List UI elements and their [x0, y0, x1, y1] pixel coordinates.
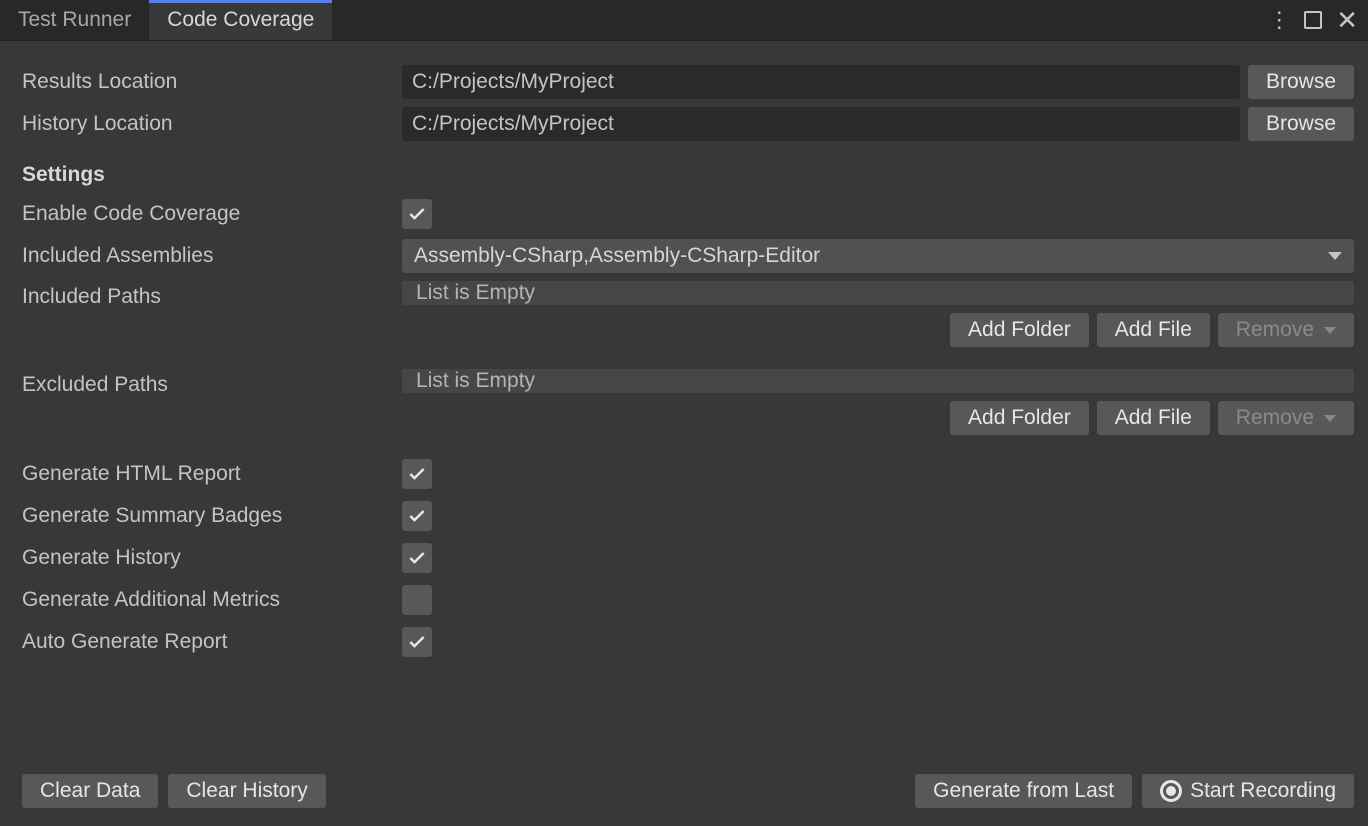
included-add-file-button[interactable]: Add File	[1097, 313, 1210, 347]
dropdown-value: Assembly-CSharp,Assembly-CSharp-Editor	[414, 244, 820, 268]
tab-bar: Test Runner Code Coverage ⋮ ✕	[0, 0, 1368, 41]
auto-generate-checkbox[interactable]	[402, 627, 432, 657]
generate-html-checkbox[interactable]	[402, 459, 432, 489]
start-recording-button[interactable]: Start Recording	[1142, 774, 1354, 808]
included-paths-buttons: Add Folder Add File Remove	[402, 313, 1354, 347]
included-paths-row: Included Paths List is Empty Add Folder …	[22, 281, 1354, 347]
history-location-input[interactable]	[402, 107, 1240, 141]
generate-badges-row: Generate Summary Badges	[22, 499, 1354, 533]
remove-label: Remove	[1236, 406, 1314, 430]
included-assemblies-row: Included Assemblies Assembly-CSharp,Asse…	[22, 239, 1354, 273]
excluded-paths-row: Excluded Paths List is Empty Add Folder …	[22, 369, 1354, 435]
list-empty-text: List is Empty	[416, 369, 535, 393]
panel-body: Results Location Browse History Location…	[0, 41, 1368, 826]
generate-history-label: Generate History	[22, 546, 402, 570]
included-remove-button[interactable]: Remove	[1218, 313, 1354, 347]
clear-data-button[interactable]: Clear Data	[22, 774, 158, 808]
included-paths-list[interactable]: List is Empty	[402, 281, 1354, 305]
clear-history-button[interactable]: Clear History	[168, 774, 325, 808]
excluded-add-folder-button[interactable]: Add Folder	[950, 401, 1089, 435]
chevron-down-icon	[1324, 327, 1336, 334]
excluded-remove-button[interactable]: Remove	[1218, 401, 1354, 435]
generate-badges-label: Generate Summary Badges	[22, 504, 402, 528]
tab-code-coverage[interactable]: Code Coverage	[149, 0, 332, 40]
excluded-paths-label: Excluded Paths	[22, 369, 402, 397]
check-icon	[407, 548, 427, 568]
auto-generate-row: Auto Generate Report	[22, 625, 1354, 659]
generate-metrics-label: Generate Additional Metrics	[22, 588, 402, 612]
record-icon	[1160, 780, 1182, 802]
check-icon	[407, 506, 427, 526]
window-controls: ⋮ ✕	[1268, 0, 1368, 40]
tab-label: Test Runner	[18, 8, 131, 32]
excluded-paths-buttons: Add Folder Add File Remove	[402, 401, 1354, 435]
excluded-paths-list[interactable]: List is Empty	[402, 369, 1354, 393]
history-location-label: History Location	[22, 112, 402, 136]
results-location-input[interactable]	[402, 65, 1240, 99]
settings-heading: Settings	[22, 163, 1354, 187]
start-recording-label: Start Recording	[1190, 779, 1336, 803]
close-icon[interactable]: ✕	[1336, 7, 1358, 33]
generate-history-checkbox[interactable]	[402, 543, 432, 573]
history-browse-button[interactable]: Browse	[1248, 107, 1354, 141]
maximize-icon[interactable]	[1304, 11, 1322, 29]
enable-coverage-row: Enable Code Coverage	[22, 197, 1354, 231]
check-icon	[407, 632, 427, 652]
results-location-label: Results Location	[22, 70, 402, 94]
enable-coverage-checkbox[interactable]	[402, 199, 432, 229]
menu-icon[interactable]: ⋮	[1268, 9, 1290, 31]
check-icon	[407, 464, 427, 484]
included-add-folder-button[interactable]: Add Folder	[950, 313, 1089, 347]
included-assemblies-dropdown[interactable]: Assembly-CSharp,Assembly-CSharp-Editor	[402, 239, 1354, 273]
generate-metrics-checkbox[interactable]	[402, 585, 432, 615]
generate-history-row: Generate History	[22, 541, 1354, 575]
tab-label: Code Coverage	[167, 8, 314, 32]
generate-html-label: Generate HTML Report	[22, 462, 402, 486]
chevron-down-icon	[1328, 252, 1342, 260]
generate-badges-checkbox[interactable]	[402, 501, 432, 531]
chevron-down-icon	[1324, 415, 1336, 422]
tab-test-runner[interactable]: Test Runner	[0, 0, 149, 40]
results-browse-button[interactable]: Browse	[1248, 65, 1354, 99]
generate-metrics-row: Generate Additional Metrics	[22, 583, 1354, 617]
check-icon	[407, 204, 427, 224]
remove-label: Remove	[1236, 318, 1314, 342]
included-paths-label: Included Paths	[22, 281, 402, 309]
results-location-row: Results Location Browse	[22, 65, 1354, 99]
list-empty-text: List is Empty	[416, 281, 535, 305]
auto-generate-label: Auto Generate Report	[22, 630, 402, 654]
included-assemblies-label: Included Assemblies	[22, 244, 402, 268]
enable-coverage-label: Enable Code Coverage	[22, 202, 402, 226]
footer-bar: Clear Data Clear History Generate from L…	[22, 774, 1354, 808]
generate-html-row: Generate HTML Report	[22, 457, 1354, 491]
excluded-add-file-button[interactable]: Add File	[1097, 401, 1210, 435]
history-location-row: History Location Browse	[22, 107, 1354, 141]
generate-from-last-button[interactable]: Generate from Last	[915, 774, 1132, 808]
code-coverage-window: Test Runner Code Coverage ⋮ ✕ Results Lo…	[0, 0, 1368, 826]
